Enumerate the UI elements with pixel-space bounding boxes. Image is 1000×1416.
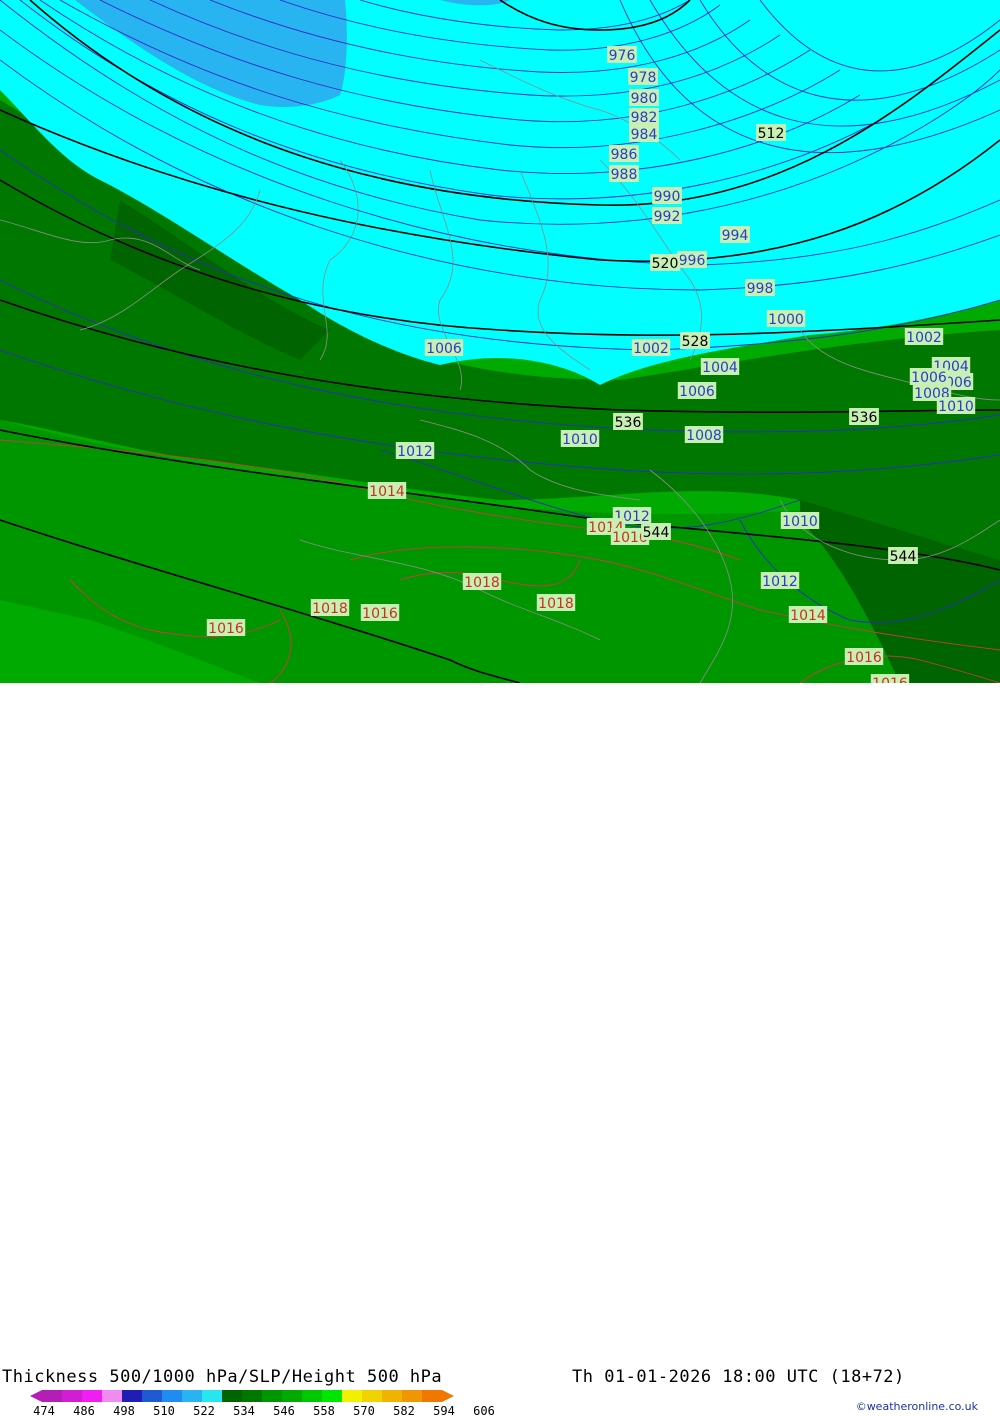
height-label: 528: [682, 334, 709, 350]
colorbar-tick-label: 606: [473, 1404, 495, 1416]
colorbar-segment: [322, 1390, 342, 1402]
slp-label: 1012: [397, 444, 433, 460]
slp-label: 982: [631, 110, 658, 126]
colorbar-segment: [362, 1390, 382, 1402]
colorbar-segment: [402, 1390, 422, 1402]
colorbar-tick-label: 510: [153, 1404, 175, 1416]
colorbar-segment: [342, 1390, 362, 1402]
colorbar-segment: [102, 1390, 122, 1402]
slp-red-label: 1016: [208, 621, 244, 637]
colorbar-tick-label: 582: [393, 1404, 415, 1416]
slp-red-label: 1014: [369, 484, 405, 500]
map-valid-time: Th 01-01-2026 18:00 UTC (18+72): [572, 1367, 905, 1387]
colorbar-segment: [182, 1390, 202, 1402]
slp-label: 978: [630, 70, 657, 86]
slp-red-label: 1016: [872, 676, 908, 683]
slp-label: 984: [631, 127, 658, 143]
footer: Thickness 500/1000 hPa/SLP/Height 500 hP…: [0, 683, 1000, 1416]
colorbar-tick-label: 486: [73, 1404, 95, 1416]
height-label: 520: [652, 256, 679, 272]
height-label: 544: [643, 525, 670, 541]
slp-label: 992: [654, 209, 681, 225]
colorbar-tick-label: 534: [233, 1404, 255, 1416]
slp-label: 1004: [702, 360, 738, 376]
slp-red-label: 1018: [538, 596, 574, 612]
colorbar-segment: [382, 1390, 402, 1402]
slp-label: 994: [722, 228, 749, 244]
colorbar-segment: [302, 1390, 322, 1402]
slp-label: 1006: [679, 384, 715, 400]
weather-map: 976 978 980 982 984 986 988 990 992 994 996 998 1000…: [0, 0, 1000, 683]
map-title: Thickness 500/1000 hPa/SLP/Height 500 hP…: [2, 1367, 443, 1387]
colorbar-tick-label: 474: [33, 1404, 55, 1416]
colorbar-segment: [122, 1390, 142, 1402]
height-label: 536: [851, 410, 878, 426]
colorbar-arrow-right: [442, 1390, 454, 1402]
colorbar-segment: [42, 1390, 62, 1402]
slp-red-label: 1014: [790, 608, 826, 624]
slp-label: 990: [654, 189, 681, 205]
colorbar-segment: [262, 1390, 282, 1402]
slp-red-label: 1016: [362, 606, 398, 622]
colorbar-segment: [202, 1390, 222, 1402]
colorbar-tick-label: 594: [433, 1404, 455, 1416]
colorbar-arrow-left: [30, 1390, 42, 1402]
slp-label: 1006: [426, 341, 462, 357]
colorbar-tick-label: 522: [193, 1404, 215, 1416]
slp-label: 976: [609, 48, 636, 64]
colorbar-segment: [422, 1390, 442, 1402]
colorbar: 474 486 498 510 522 534 546 558 570 582 594 606: [30, 1390, 495, 1416]
colorbar-segment: [142, 1390, 162, 1402]
colorbar-tick-label: 570: [353, 1404, 375, 1416]
height-label: 512: [758, 126, 785, 142]
slp-label: 986: [611, 147, 638, 163]
slp-label: 1002: [633, 341, 669, 357]
slp-label: 1000: [768, 312, 804, 328]
slp-red-label: 1016: [846, 650, 882, 666]
slp-label: 996: [679, 253, 706, 269]
colorbar-segment: [222, 1390, 242, 1402]
slp-label: 998: [747, 281, 774, 297]
colorbar-segment: [162, 1390, 182, 1402]
slp-label: 1010: [562, 432, 598, 448]
slp-label: 1002: [906, 330, 942, 346]
slp-label: 980: [631, 91, 658, 107]
colorbar-segment: [62, 1390, 82, 1402]
colorbar-segment: [82, 1390, 102, 1402]
height-label: 536: [615, 415, 642, 431]
colorbar-tick-label: 558: [313, 1404, 335, 1416]
colorbar-tick-label: 546: [273, 1404, 295, 1416]
slp-label: 1010: [782, 514, 818, 530]
slp-label: 988: [611, 167, 638, 183]
colorbar-segment: [282, 1390, 302, 1402]
slp-label: 1010: [938, 399, 974, 415]
slp-label: 1006: [911, 370, 947, 386]
colorbar-tick-label: 498: [113, 1404, 135, 1416]
slp-red-label: 1018: [464, 575, 500, 591]
slp-label: 1008: [686, 428, 722, 444]
credit-link[interactable]: ©weatheronline.co.uk: [856, 1400, 978, 1413]
slp-red-label: 1018: [312, 601, 348, 617]
height-label: 544: [890, 549, 917, 565]
colorbar-segment: [242, 1390, 262, 1402]
slp-label: 1012: [762, 574, 798, 590]
